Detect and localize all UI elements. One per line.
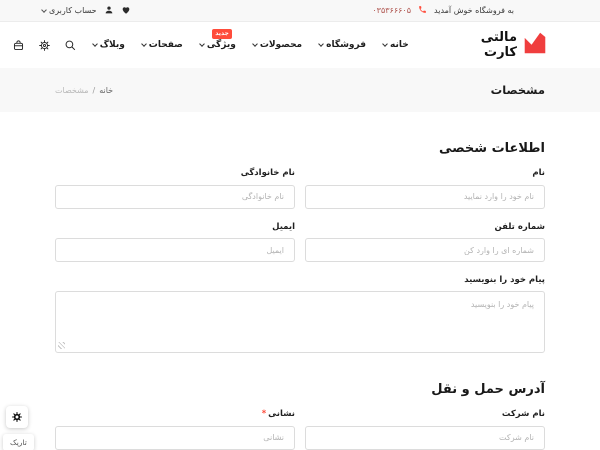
field-last-name: نام خانوادگی [55, 168, 295, 209]
main-nav: خانه فروشگاه محصولات جدید ویژگی صفحات وب… [93, 40, 409, 50]
welcome-text: به فروشگاه خوش آمدید [434, 6, 514, 15]
nav-item-shop[interactable]: فروشگاه [319, 40, 366, 50]
message-textarea[interactable] [55, 291, 545, 353]
breadcrumb-home-link[interactable]: خانه [99, 86, 113, 95]
field-phone: شماره تلفن [305, 222, 545, 263]
field-email: ایمیل [55, 222, 295, 263]
last-name-input[interactable] [55, 185, 295, 209]
chevron-down-icon [318, 41, 324, 47]
new-badge: جدید [212, 29, 232, 39]
field-first-name: نام [305, 168, 545, 209]
bag-icon[interactable] [12, 39, 25, 52]
search-icon[interactable] [64, 39, 77, 52]
required-mark: * [262, 409, 266, 419]
last-name-label: نام خانوادگی [55, 168, 295, 178]
form-row: نام نام خانوادگی [55, 168, 545, 209]
phone-input[interactable] [305, 238, 545, 262]
main-content: اطلاعات شخصی نام نام خانوادگی شماره تلفن… [0, 141, 600, 450]
nav-item-products[interactable]: محصولات [253, 40, 302, 50]
chevron-down-icon [199, 41, 205, 47]
address-label: نشانی* [55, 409, 295, 419]
chevron-down-icon [141, 41, 147, 47]
phone-label: شماره تلفن [305, 222, 545, 232]
resize-handle-icon[interactable] [58, 342, 65, 349]
field-company: نام شرکت [305, 409, 545, 450]
header: مالتی کارت خانه فروشگاه محصولات جدید ویژ… [0, 22, 600, 68]
gear-icon [11, 408, 23, 427]
email-input[interactable] [55, 238, 295, 262]
user-icon[interactable] [104, 5, 114, 17]
account-dropdown[interactable]: حساب کاربری [42, 6, 97, 15]
nav-item-features[interactable]: جدید ویژگی [200, 40, 236, 50]
form-row: نام شرکت نشانی* [55, 409, 545, 450]
form-row: شماره تلفن ایمیل [55, 222, 545, 263]
gear-icon[interactable] [38, 39, 51, 52]
header-icons [12, 39, 77, 52]
topbar-welcome-group: به فروشگاه خوش آمدید ۰۳۵۳۶۶۶۰۵ [372, 5, 514, 16]
company-input[interactable] [305, 426, 545, 450]
brand-name: مالتی کارت [481, 30, 517, 60]
logo-mark-icon [522, 31, 548, 59]
address-input[interactable] [55, 426, 295, 450]
shipping-address-heading: آدرس حمل و نقل [55, 382, 545, 397]
topbar: به فروشگاه خوش آمدید ۰۳۵۳۶۶۶۰۵ حساب کارب… [0, 0, 600, 22]
settings-fab[interactable] [6, 406, 28, 428]
phone-number: ۰۳۵۳۶۶۶۰۵ [372, 6, 411, 15]
first-name-input[interactable] [305, 185, 545, 209]
chevron-down-icon [382, 41, 388, 47]
company-label: نام شرکت [305, 409, 545, 419]
breadcrumb-current: مشخصات [55, 86, 89, 95]
phone-icon [418, 5, 427, 16]
email-label: ایمیل [55, 222, 295, 232]
chevron-down-icon [252, 41, 258, 47]
topbar-user-group: حساب کاربری [42, 5, 131, 17]
breadcrumb: خانه / مشخصات [55, 86, 113, 95]
first-name-label: نام [305, 168, 545, 178]
nav-item-blog[interactable]: وبلاگ [93, 40, 125, 50]
heart-icon[interactable] [121, 5, 131, 17]
brand-logo[interactable]: مالتی کارت [481, 30, 548, 60]
nav-item-pages[interactable]: صفحات [142, 40, 183, 50]
page-title: مشخصات [491, 83, 545, 97]
personal-info-heading: اطلاعات شخصی [55, 141, 545, 156]
breadcrumb-separator: / [93, 86, 96, 95]
field-message: پیام خود را بنویسید [55, 275, 545, 353]
nav-item-home[interactable]: خانه [383, 40, 409, 50]
chevron-down-icon [92, 41, 98, 47]
chevron-down-icon [41, 7, 47, 13]
message-label: پیام خود را بنویسید [55, 275, 545, 285]
field-address: نشانی* [55, 409, 295, 450]
dark-mode-button[interactable]: تاریک [3, 434, 34, 450]
breadcrumb-band: مشخصات خانه / مشخصات [0, 68, 600, 112]
account-label: حساب کاربری [49, 6, 97, 15]
